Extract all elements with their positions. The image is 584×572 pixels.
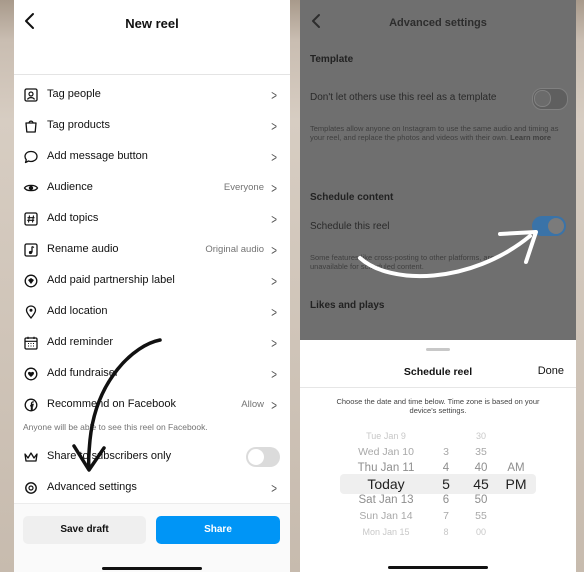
sheet-note: Choose the date and time below. Time zon… — [336, 397, 540, 415]
done-button[interactable]: Done — [538, 365, 564, 377]
picker-option[interactable]: 8 — [432, 522, 460, 542]
advanced-settings-screen: Advanced settings Template Don't let oth… — [300, 0, 576, 572]
new-reel-screen: New reel Tag people > Tag products > Add mes… — [14, 0, 290, 572]
home-indicator — [388, 566, 488, 569]
schedule-sheet: Schedule reel Done Choose the date and t… — [300, 340, 576, 572]
drag-handle[interactable] — [426, 348, 450, 351]
picker-option[interactable]: PM — [500, 474, 532, 494]
divider — [300, 387, 576, 388]
sheet-title: Schedule reel — [403, 366, 473, 378]
dimmed-background: Advanced settings Template Don't let oth… — [300, 0, 576, 340]
picker-option[interactable]: Mon Jan 15 — [340, 522, 432, 542]
date-time-picker[interactable]: Tue Jan 9 Wed Jan 10 Thu Jan 11 Today Sat Ja… — [300, 425, 576, 540]
annotation-arrow — [72, 338, 162, 472]
picker-option[interactable]: 00 — [466, 522, 496, 542]
annotation-arrow — [358, 230, 538, 279]
